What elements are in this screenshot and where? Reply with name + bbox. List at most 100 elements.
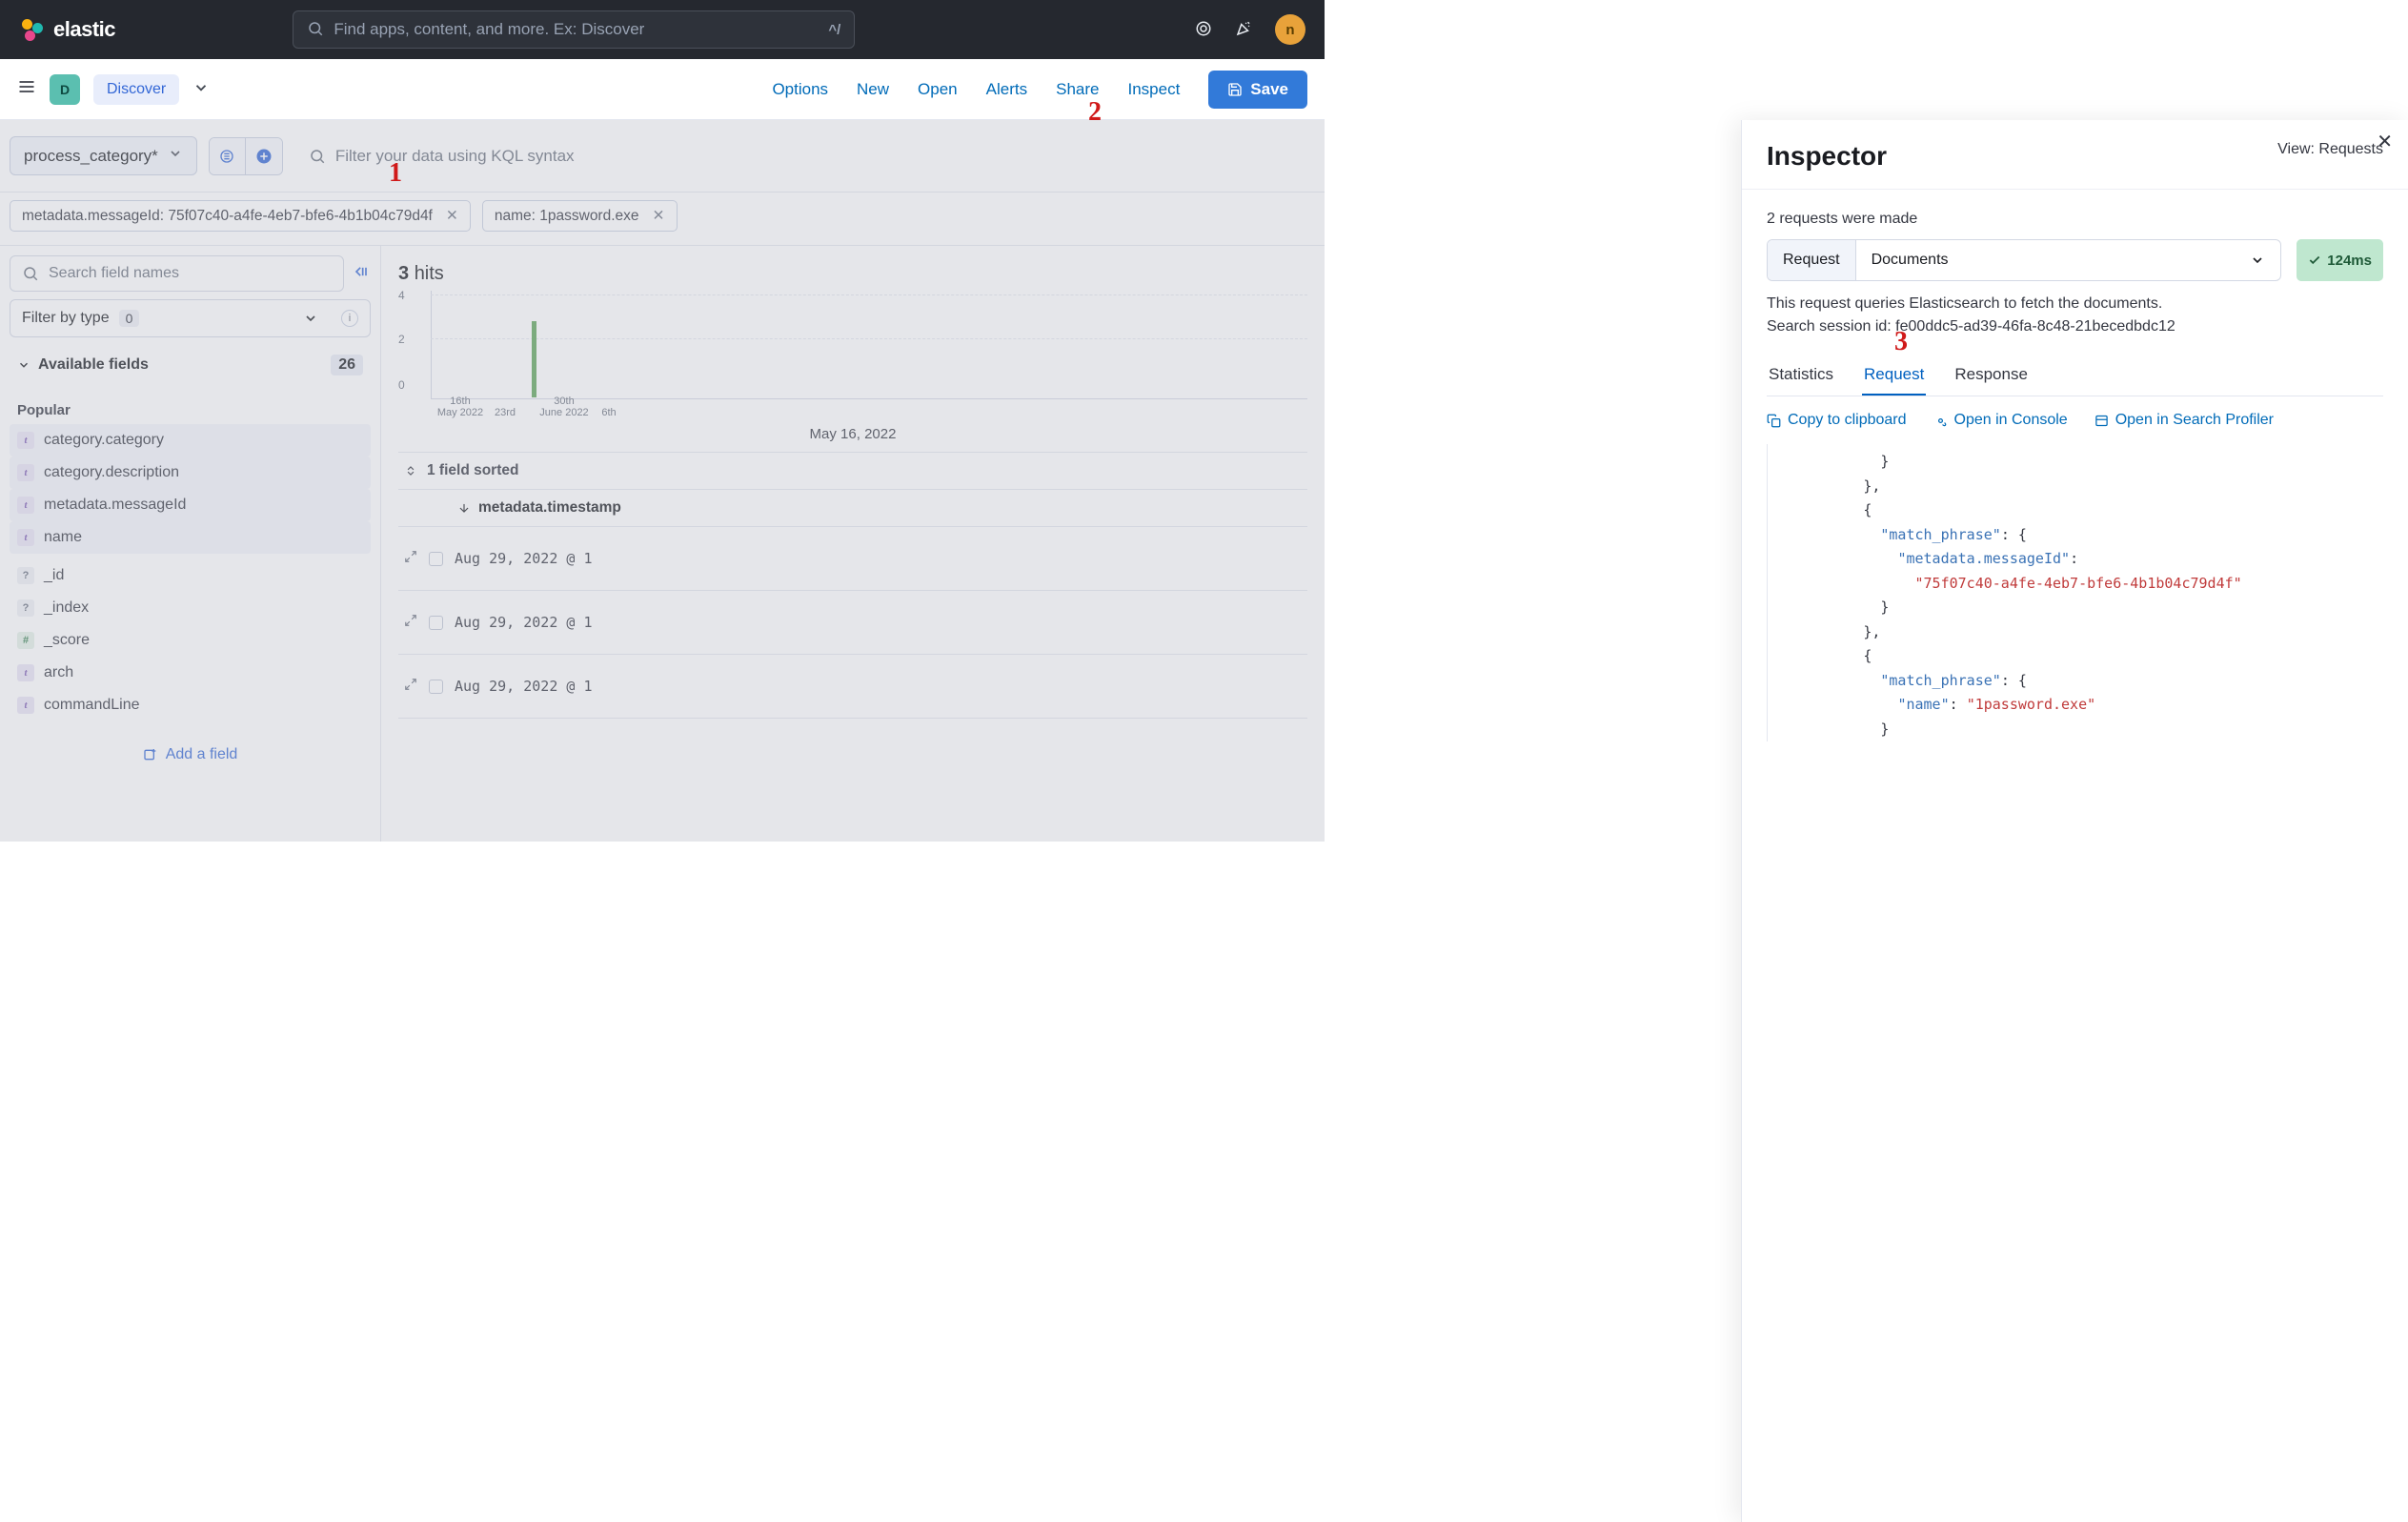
field-name: category.category: [44, 432, 164, 449]
add-field-button[interactable]: Add a field: [10, 737, 371, 773]
add-field-label: Add a field: [166, 746, 238, 763]
popular-group-label: Popular: [10, 393, 371, 424]
tab-response[interactable]: Response: [1953, 355, 2030, 396]
annotation-2: 2: [1088, 97, 1102, 128]
search-icon: [307, 20, 324, 40]
field-name: _id: [44, 567, 64, 584]
discover-body: process_category* Filter your data using…: [0, 120, 1325, 842]
inspect-link[interactable]: Inspect: [1127, 80, 1180, 99]
close-icon[interactable]: ✕: [649, 207, 665, 225]
text-type-icon: t: [17, 664, 34, 681]
nav-toggle-icon[interactable]: [17, 77, 36, 102]
hits-label: hits: [415, 263, 444, 284]
brand-logo[interactable]: elastic: [19, 17, 115, 42]
inspector-flyout: ✕ Inspector View: Requests 2 requests we…: [1741, 120, 2408, 1522]
expand-icon[interactable]: [404, 550, 417, 567]
expand-icon[interactable]: [404, 614, 417, 631]
x-tick: 30th: [554, 396, 574, 407]
doc-row[interactable]: Aug 29, 2022 @ 1: [398, 655, 1307, 719]
copy-clipboard-link[interactable]: Copy to clipboard: [1767, 412, 1907, 429]
field-item[interactable]: tcommandLine: [10, 689, 371, 721]
tab-request[interactable]: Request: [1862, 355, 1926, 396]
doc-row[interactable]: Aug 29, 2022 @ 1: [398, 591, 1307, 655]
global-search[interactable]: ^/: [293, 10, 855, 49]
request-actions: Copy to clipboard Open in Console Open i…: [1767, 396, 2383, 444]
request-body-code[interactable]: } }, { "match_phrase": { "metadata.messa…: [1767, 444, 2383, 741]
field-item[interactable]: ? _id: [10, 559, 371, 592]
hits-count: 3: [398, 263, 409, 284]
elastic-logo-icon: [19, 17, 44, 42]
combo-value: Documents: [1872, 252, 1949, 269]
newsfeed-icon[interactable]: [1195, 20, 1212, 40]
kql-placeholder: Filter your data using KQL syntax: [335, 147, 575, 166]
app-badge[interactable]: D: [50, 74, 80, 105]
field-item[interactable]: tcategory.description: [10, 457, 371, 489]
sort-bar[interactable]: 1 field sorted: [398, 452, 1307, 490]
open-profiler-link[interactable]: Open in Search Profiler: [2094, 412, 2274, 429]
field-name: arch: [44, 664, 73, 681]
chevron-down-icon[interactable]: [192, 79, 210, 99]
expand-icon[interactable]: [404, 678, 417, 695]
app-name-chip[interactable]: Discover: [93, 74, 179, 105]
close-flyout-icon[interactable]: ✕: [2377, 130, 2393, 153]
x-tick: 23rd: [495, 407, 516, 418]
share-link[interactable]: Share: [1056, 80, 1099, 99]
collapse-sidebar-icon[interactable]: [352, 262, 371, 286]
filter-type-label: Filter by type: [22, 310, 110, 327]
text-type-icon: t: [17, 464, 34, 481]
brand-name: elastic: [53, 17, 115, 42]
y-tick: 0: [398, 378, 405, 392]
x-tick-sub: June 2022: [539, 407, 588, 418]
open-link[interactable]: Open: [918, 80, 958, 99]
field-item[interactable]: tname: [10, 521, 371, 554]
user-avatar[interactable]: n: [1275, 14, 1305, 45]
global-search-input[interactable]: [334, 20, 819, 39]
info-icon[interactable]: i: [341, 310, 358, 327]
filter-menu-button[interactable]: [210, 138, 246, 174]
celebrate-icon[interactable]: [1235, 20, 1252, 40]
row-checkbox[interactable]: [429, 680, 443, 694]
add-filter-button[interactable]: [246, 138, 282, 174]
row-checkbox[interactable]: [429, 552, 443, 566]
data-view-picker[interactable]: process_category*: [10, 136, 197, 175]
tab-statistics[interactable]: Statistics: [1767, 355, 1835, 396]
field-name: commandLine: [44, 697, 140, 714]
text-type-icon: t: [17, 497, 34, 514]
open-console-link[interactable]: Open in Console: [1933, 412, 2068, 429]
filter-chip[interactable]: name: 1password.exe ✕: [482, 200, 678, 232]
request-selector[interactable]: Request Documents: [1767, 239, 2281, 281]
kql-input[interactable]: Filter your data using KQL syntax: [294, 137, 1315, 175]
unknown-type-icon: ?: [17, 567, 34, 584]
request-timing-badge: 124ms: [2297, 239, 2383, 281]
field-item[interactable]: tarch: [10, 657, 371, 689]
annotation-3: 3: [1894, 327, 1908, 357]
chevron-down-icon: [17, 358, 30, 372]
chevron-down-icon: [2250, 253, 2265, 268]
save-button[interactable]: Save: [1208, 71, 1307, 109]
filter-chip[interactable]: metadata.messageId: 75f07c40-a4fe-4eb7-b…: [10, 200, 471, 232]
sort-label: 1 field sorted: [427, 462, 518, 479]
available-fields-header[interactable]: Available fields 26: [10, 345, 371, 385]
save-label: Save: [1250, 80, 1288, 99]
alerts-link[interactable]: Alerts: [986, 80, 1027, 99]
close-icon[interactable]: ✕: [442, 207, 458, 225]
field-item[interactable]: #_score: [10, 624, 371, 657]
field-item[interactable]: tmetadata.messageId: [10, 489, 371, 521]
app-header: D Discover Options New Open Alerts Share…: [0, 59, 1325, 120]
field-item[interactable]: tcategory.category: [10, 424, 371, 457]
histogram-chart[interactable]: 4 2 0 16thMay 2022 23rd 30thJune 2022 6t…: [398, 291, 1307, 424]
field-type-filter[interactable]: Filter by type 0 i: [10, 299, 371, 337]
chip-label: name: 1password.exe: [495, 208, 639, 225]
filter-type-count: 0: [119, 310, 140, 327]
new-link[interactable]: New: [857, 80, 889, 99]
options-link[interactable]: Options: [772, 80, 828, 99]
field-name: _score: [44, 632, 90, 649]
view-selector[interactable]: View: Requests: [2277, 141, 2383, 158]
column-header[interactable]: metadata.timestamp: [398, 490, 1307, 527]
row-checkbox[interactable]: [429, 616, 443, 630]
hits-title: 3 hits: [398, 263, 1307, 285]
field-search[interactable]: Search field names: [10, 255, 344, 292]
field-item[interactable]: ?_index: [10, 592, 371, 624]
doc-row[interactable]: Aug 29, 2022 @ 1: [398, 527, 1307, 591]
section-label: Available fields: [38, 356, 149, 374]
